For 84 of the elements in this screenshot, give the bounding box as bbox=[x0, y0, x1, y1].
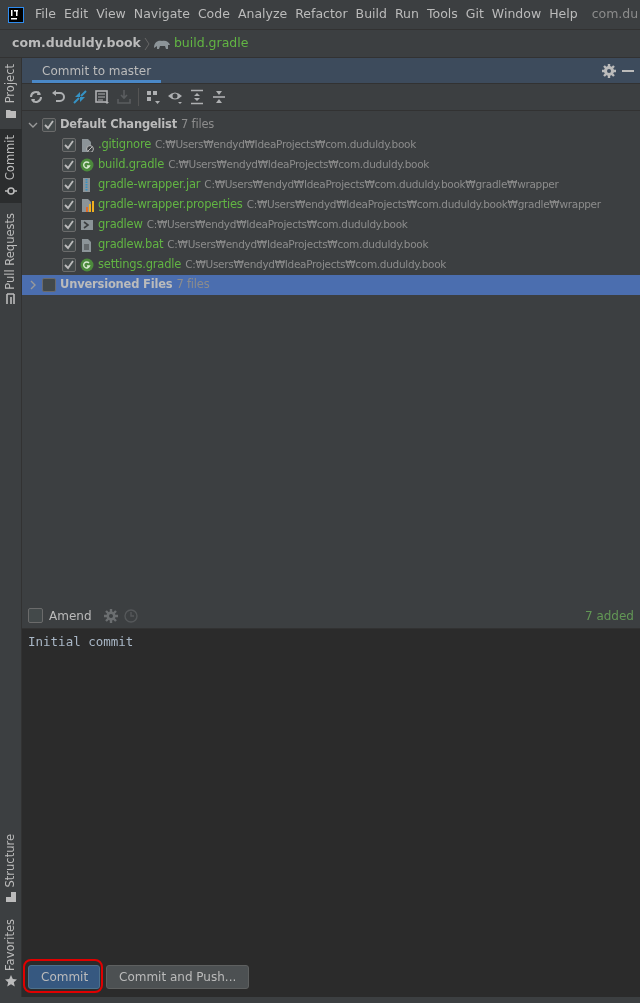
refresh-icon[interactable] bbox=[28, 89, 44, 105]
menu-item[interactable]: File bbox=[31, 5, 60, 24]
commit-message-field[interactable]: Initial commit bbox=[22, 629, 640, 957]
side-tab[interactable]: Project bbox=[0, 58, 22, 126]
breadcrumb-item[interactable]: com.duduldy.book bbox=[12, 34, 141, 53]
amend-label: Amend bbox=[49, 607, 92, 625]
commit-and-push-button[interactable]: Commit and Push... bbox=[106, 965, 250, 989]
menu-item[interactable]: Analyze bbox=[233, 5, 292, 24]
list-icon[interactable] bbox=[94, 89, 110, 105]
text-file-icon bbox=[80, 238, 94, 252]
chevron-icon bbox=[143, 36, 150, 51]
file-path: C:₩Users₩endyd₩IdeaProjects₩com.duduldy.book bbox=[168, 157, 430, 173]
changes-summary: 7 added bbox=[584, 607, 634, 625]
commit-button[interactable]: Commit bbox=[28, 965, 100, 989]
checkbox[interactable] bbox=[62, 138, 76, 152]
file-row[interactable]: .gitignore C:₩Users₩endyd₩IdeaProjects₩com.duduldy.book bbox=[22, 135, 640, 155]
tree-row[interactable]: Default Changelist 7 files bbox=[22, 115, 640, 135]
checkbox[interactable] bbox=[62, 178, 76, 192]
commit-icon bbox=[5, 184, 17, 197]
changelist-name: Unversioned Files bbox=[60, 276, 173, 294]
undo-icon[interactable] bbox=[50, 89, 66, 105]
terminal-icon bbox=[80, 218, 94, 232]
menu-item[interactable]: Help bbox=[545, 5, 582, 24]
menu-item[interactable]: View bbox=[92, 5, 130, 24]
checkbox[interactable] bbox=[62, 258, 76, 272]
window-title: com.du bbox=[591, 5, 639, 24]
checkbox[interactable] bbox=[62, 158, 76, 172]
file-path: C:₩Users₩endyd₩IdeaProjects₩com.duduldy.book₩gradle₩wrapper bbox=[204, 177, 559, 193]
file-path: C:₩Users₩endyd₩IdeaProjects₩com.duduldy.book bbox=[146, 217, 408, 233]
changelist-name: Default Changelist bbox=[60, 116, 177, 134]
side-tab[interactable]: Pull Requests bbox=[0, 206, 22, 312]
file-row[interactable]: settings.gradle C:₩Users₩endyd₩IdeaProjects₩com.duduldy.book bbox=[22, 255, 640, 275]
structure-icon bbox=[5, 891, 17, 904]
menu-item[interactable]: Window bbox=[487, 5, 546, 24]
file-count: 7 files bbox=[181, 116, 215, 134]
file-name: settings.gradle bbox=[98, 256, 182, 274]
menu-item[interactable]: Tools bbox=[422, 5, 462, 24]
app-logo-icon bbox=[8, 6, 24, 23]
menu-item[interactable]: Build bbox=[351, 5, 391, 24]
file-row[interactable]: build.gradle C:₩Users₩endyd₩IdeaProjects₩com.duduldy.book bbox=[22, 155, 640, 175]
checkbox[interactable] bbox=[42, 118, 56, 132]
file-path: C:₩Users₩endyd₩IdeaProjects₩com.duduldy.book bbox=[167, 237, 429, 253]
gradle-file-icon bbox=[80, 258, 94, 272]
diff-icon[interactable] bbox=[72, 89, 88, 105]
menu-item[interactable]: Edit bbox=[59, 5, 93, 24]
menu-item[interactable]: Refactor bbox=[291, 5, 352, 24]
side-tab[interactable]: Structure bbox=[0, 827, 22, 910]
checkbox[interactable] bbox=[42, 278, 56, 292]
file-row[interactable]: gradlew C:₩Users₩endyd₩IdeaProjects₩com.duduldy.book bbox=[22, 215, 640, 235]
chevron-down-icon[interactable] bbox=[28, 120, 38, 130]
properties-file-icon bbox=[80, 198, 94, 212]
menu-item[interactable]: Navigate bbox=[129, 5, 194, 24]
file-row[interactable]: gradle-wrapper.properties C:₩Users₩endyd₩IdeaProjects₩com.duduldy.book₩gradle₩wrapper bbox=[22, 195, 640, 215]
settings-icon[interactable] bbox=[602, 63, 616, 78]
checkbox[interactable] bbox=[62, 198, 76, 212]
menu-item[interactable]: Git bbox=[461, 5, 488, 24]
file-path: C:₩Users₩endyd₩IdeaProjects₩com.duduldy.book₩gradle₩wrapper bbox=[246, 197, 601, 213]
file-count: 7 files bbox=[176, 276, 210, 294]
file-name: build.gradle bbox=[98, 156, 165, 174]
breadcrumb-item[interactable]: build.gradle bbox=[173, 34, 249, 53]
checkbox[interactable] bbox=[28, 608, 43, 623]
grid-icon[interactable] bbox=[145, 89, 161, 105]
gradle-file-icon bbox=[80, 158, 94, 172]
file-row[interactable]: gradlew.bat C:₩Users₩endyd₩IdeaProjects₩com.duduldy.book bbox=[22, 235, 640, 255]
file-name: gradle-wrapper.properties bbox=[98, 196, 243, 214]
pull-request-icon bbox=[5, 293, 17, 306]
file-path: C:₩Users₩endyd₩IdeaProjects₩com.duduldy.book bbox=[155, 137, 416, 153]
menu-item[interactable]: Code bbox=[193, 5, 234, 24]
ignored-file-icon bbox=[80, 138, 94, 152]
file-name: .gitignore bbox=[98, 136, 152, 154]
checkbox[interactable] bbox=[62, 218, 76, 232]
side-tab[interactable]: Favorites bbox=[0, 913, 22, 993]
expand-all-icon[interactable] bbox=[189, 89, 205, 105]
folder-icon bbox=[5, 107, 17, 120]
file-path: C:₩Users₩endyd₩IdeaProjects₩com.duduldy.book bbox=[185, 257, 447, 273]
file-name: gradle-wrapper.jar bbox=[98, 176, 201, 194]
star-icon bbox=[5, 975, 17, 987]
file-name: gradlew bbox=[98, 216, 143, 234]
file-name: gradlew.bat bbox=[98, 236, 164, 254]
checkbox[interactable] bbox=[62, 238, 76, 252]
menu-item[interactable]: Run bbox=[391, 5, 423, 24]
file-row[interactable]: gradle-wrapper.jar C:₩Users₩endyd₩IdeaProjects₩com.duduldy.book₩gradle₩wrapper bbox=[22, 175, 640, 195]
side-tab[interactable]: Commit bbox=[0, 129, 22, 203]
collapse-all-icon[interactable] bbox=[211, 89, 227, 105]
